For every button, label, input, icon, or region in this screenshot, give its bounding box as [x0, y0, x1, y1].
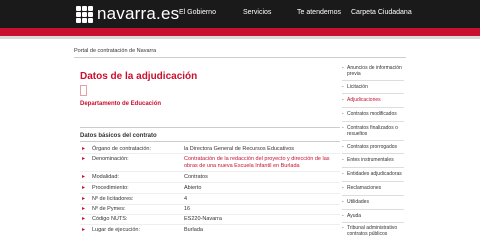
row-bullet-icon: ▸ — [82, 196, 86, 202]
navarra-logo-icon — [76, 5, 93, 23]
sidebar-item-label: Licitación — [347, 84, 368, 90]
sidebar-item-label: Contratos prorrogados — [347, 144, 398, 150]
top-header: navarra.es El Gobierno Servicios Te aten… — [0, 0, 480, 28]
sidebar-divider — [342, 167, 404, 168]
row-bullet-icon: ▸ — [82, 146, 86, 152]
row-value: la Directora General de Recursos Educati… — [184, 146, 295, 152]
sidebar-item-label: Contratos modificados — [347, 111, 397, 117]
sidebar-item-label: Entes instrumentales — [347, 157, 394, 163]
row-value: Burlada — [184, 227, 203, 233]
sidebar-item-label: Contratos finalizados o resueltos — [347, 125, 398, 137]
nav-el-gobierno[interactable]: El Gobierno — [179, 9, 216, 16]
row-bullet-icon: ▸ — [82, 227, 86, 233]
row-label: Lugar de ejecución: — [92, 227, 141, 233]
nav-servicios[interactable]: Servicios — [243, 9, 271, 16]
contract-name-link[interactable]: Contratación de la redacción del proyect… — [184, 156, 334, 170]
row-value: Contratos — [184, 174, 208, 180]
site-logo[interactable]: navarra.es — [76, 4, 179, 24]
row-label: Denominación: — [92, 156, 129, 162]
department-label: Departamento de Educación — [80, 101, 162, 107]
sidebar-divider — [342, 153, 404, 154]
nav-carpeta-ciudadana[interactable]: Carpeta Ciudadana — [351, 9, 412, 16]
row-bullet-icon: ▸ — [82, 216, 86, 222]
row-label: Nº de licitadores: — [92, 196, 134, 202]
row-value: ES220-Navarra — [184, 216, 222, 222]
nav-te-atendemos[interactable]: Te atendemos — [297, 9, 341, 16]
row-label: Nº de Pymes: — [92, 206, 126, 212]
logo-text: navarra.es — [97, 4, 180, 23]
sidebar-divider — [342, 195, 404, 196]
row-label: Procedimiento: — [92, 185, 129, 191]
breadcrumb-divider — [74, 57, 406, 58]
row-divider — [80, 204, 340, 205]
row-label: Código NUTS: — [92, 216, 128, 222]
sidebar-divider — [342, 181, 404, 182]
sidebar-item-label: Tribunal administrativo contratos públic… — [347, 225, 398, 237]
row-label: Órgano de contratación: — [92, 146, 152, 152]
sidebar-item-label: Adjudicaciones — [347, 97, 381, 103]
sidebar-divider — [342, 209, 404, 210]
sidebar-item-label: Entidades adjudicadoras — [347, 171, 402, 177]
section-top-divider — [80, 127, 340, 128]
sidebar-item-label: Reclamaciones — [347, 185, 382, 191]
sidebar-divider — [342, 121, 404, 122]
row-divider — [80, 193, 340, 194]
sidebar-divider — [342, 93, 404, 94]
row-value: 4 — [184, 196, 188, 202]
sidebar-item-label: Ayuda — [347, 213, 362, 219]
row-value: Abierto — [184, 185, 202, 191]
row-divider — [80, 171, 340, 172]
row-bullet-icon: ▸ — [82, 174, 86, 180]
row-label: Modalidad: — [92, 174, 119, 180]
breadcrumb[interactable]: Portal de contratación de Navarra — [74, 48, 156, 54]
sidebar-item-label: Anuncios de información previa — [347, 65, 402, 77]
section-head-divider — [80, 141, 340, 142]
brand-red-bar — [0, 28, 480, 36]
sidebar-divider — [342, 140, 404, 141]
row-bullet-icon: ▸ — [82, 156, 86, 162]
section-title: Datos básicos del contrato — [80, 133, 157, 139]
row-value: 16 — [184, 206, 191, 212]
sidebar-divider — [342, 222, 404, 223]
sidebar-divider — [342, 80, 404, 81]
page-title: Datos de la adjudicación — [80, 71, 198, 82]
sidebar-item-label: Utilidades — [347, 199, 369, 205]
row-divider — [80, 153, 340, 154]
document-placeholder-icon — [80, 85, 87, 96]
row-bullet-icon: ▸ — [82, 185, 86, 191]
header-shadow-band — [0, 36, 480, 39]
row-divider — [80, 224, 340, 225]
sidebar-divider — [342, 107, 404, 108]
row-divider — [80, 214, 340, 215]
row-bullet-icon: ▸ — [82, 206, 86, 212]
row-divider — [80, 182, 340, 183]
